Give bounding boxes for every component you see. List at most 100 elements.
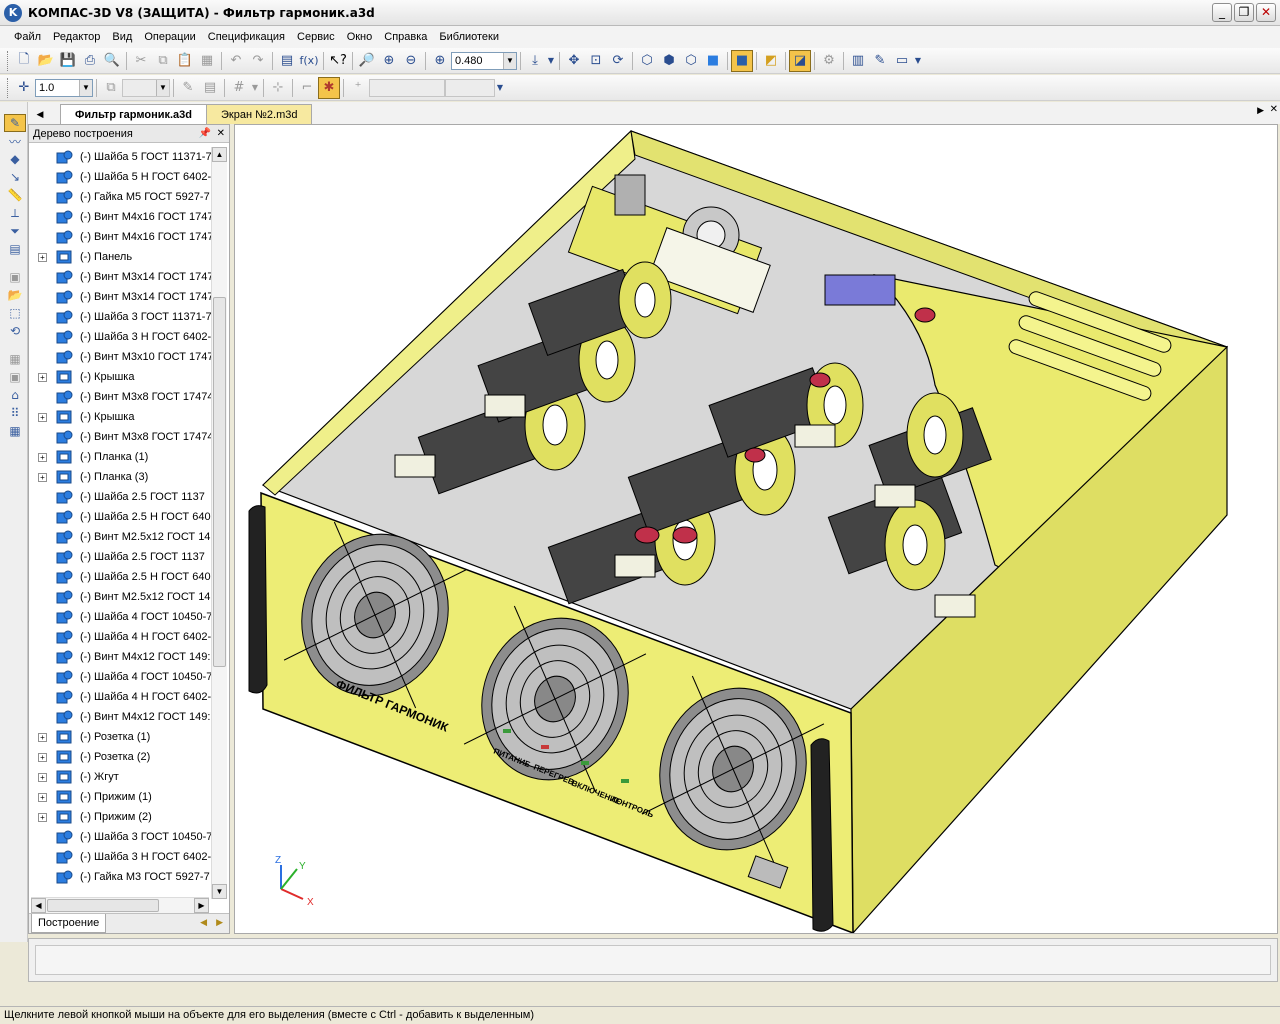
tree-item[interactable]: + (-) Крышка xyxy=(29,407,211,427)
menu-specification[interactable]: Спецификация xyxy=(202,31,291,43)
menu-operations[interactable]: Операции xyxy=(138,31,201,43)
menu-file[interactable]: Файл xyxy=(8,31,47,43)
tree-item[interactable]: (-) Винт М2.5х12 ГОСТ 14 xyxy=(29,527,211,547)
footer-scroll-left-icon[interactable]: ◀ xyxy=(200,917,207,928)
tab-close-icon[interactable]: ✕ xyxy=(1270,104,1278,115)
style-icon[interactable]: ▤ xyxy=(199,77,221,99)
expand-icon[interactable]: + xyxy=(38,372,47,382)
zoom-in-icon[interactable]: ⊕ xyxy=(378,50,400,72)
panel-icon[interactable]: ▭ xyxy=(891,50,913,72)
save-icon[interactable]: 💾 xyxy=(57,50,79,72)
menu-window[interactable]: Окно xyxy=(341,31,379,43)
footer-scroll-right-icon[interactable]: ▶ xyxy=(216,917,223,928)
tree-item[interactable]: (-) Шайба 2.5 Н ГОСТ 640 xyxy=(29,567,211,587)
properties-panel-area[interactable] xyxy=(35,945,1271,975)
tree-item[interactable]: (-) Шайба 5 ГОСТ 11371-7 xyxy=(29,147,211,167)
measure-icon[interactable]: 📏 xyxy=(4,186,26,204)
tree-item[interactable]: (-) Шайба 4 ГОСТ 10450-7 xyxy=(29,667,211,687)
coord-y-field[interactable] xyxy=(445,78,495,97)
undo-icon[interactable]: ↶ xyxy=(225,50,247,72)
expand-icon[interactable]: + xyxy=(38,752,47,762)
toolbar-grip[interactable] xyxy=(7,50,10,71)
tree-item[interactable]: + (-) Планка (1) xyxy=(29,447,211,467)
chevron-down-icon[interactable]: ▼ xyxy=(79,79,92,96)
layer-icon[interactable]: ⧉ xyxy=(100,77,122,99)
tab-filter-assembly[interactable]: Фильтр гармоник.a3d xyxy=(60,104,208,124)
shaded-icon[interactable]: ■ xyxy=(702,50,724,72)
zoom-scale-combo[interactable]: 0.480 ▼ xyxy=(451,51,517,70)
tree-item[interactable]: (-) Винт М3х10 ГОСТ 1747 xyxy=(29,347,211,367)
tree-item[interactable]: (-) Винт М3х14 ГОСТ 1747 xyxy=(29,287,211,307)
tree-item[interactable]: + (-) Крышка xyxy=(29,367,211,387)
format-painter-icon[interactable]: ▦ xyxy=(196,50,218,72)
tree-item[interactable]: (-) Шайба 3 Н ГОСТ 6402- xyxy=(29,327,211,347)
variables-icon[interactable]: ▤ xyxy=(276,50,298,72)
tree-item[interactable]: (-) Шайба 3 ГОСТ 10450-7 xyxy=(29,827,211,847)
thin-hidden-lines-icon[interactable]: ⬡ xyxy=(680,50,702,72)
tree-item[interactable]: (-) Гайка М5 ГОСТ 5927-7 xyxy=(29,187,211,207)
new-document-icon[interactable]: 🗋 xyxy=(13,50,35,72)
spatial-curves-icon[interactable]: 〰 xyxy=(4,132,26,150)
scroll-right-icon[interactable]: ▶ xyxy=(194,898,209,913)
layer-combo[interactable]: ▼ xyxy=(122,78,170,97)
scroll-thumb[interactable] xyxy=(47,899,159,912)
scroll-up-icon[interactable]: ▲ xyxy=(212,147,227,162)
tree-item[interactable]: (-) Винт М3х8 ГОСТ 17474 xyxy=(29,387,211,407)
tree-item[interactable]: (-) Винт М3х14 ГОСТ 1747 xyxy=(29,267,211,287)
edit-model-icon[interactable]: ✎ xyxy=(4,114,26,132)
menu-service[interactable]: Сервис xyxy=(291,31,341,43)
redo-icon[interactable]: ↷ xyxy=(247,50,269,72)
shaded-edges-icon[interactable]: ■ xyxy=(731,49,753,72)
tree-item[interactable]: (-) Винт М4х12 ГОСТ 149: xyxy=(29,707,211,727)
expand-icon[interactable]: + xyxy=(38,412,47,422)
tools-icon[interactable]: ✎ xyxy=(869,50,891,72)
perspective-icon[interactable]: ◩ xyxy=(760,50,782,72)
insert-file-icon[interactable]: 📂 xyxy=(4,286,26,304)
filter-icon[interactable]: ⏷ xyxy=(4,222,26,240)
tree-vertical-scrollbar[interactable]: ▲ ▼ xyxy=(211,147,227,899)
print-preview-icon[interactable]: 🔍 xyxy=(101,50,123,72)
add-component-icon[interactable]: ▣ xyxy=(4,268,26,286)
tree-item[interactable]: (-) Шайба 2.5 Н ГОСТ 640 xyxy=(29,507,211,527)
expand-icon[interactable]: + xyxy=(38,812,47,822)
array-icon[interactable]: ⠿ xyxy=(4,404,26,422)
step-cursor-icon[interactable]: ✛ xyxy=(13,77,35,99)
scroll-left-icon[interactable]: ◀ xyxy=(31,898,46,913)
open-icon[interactable]: 📂 xyxy=(35,50,57,72)
coincide-icon[interactable]: ▣ xyxy=(4,368,26,386)
menu-editor[interactable]: Редактор xyxy=(47,31,106,43)
expand-icon[interactable]: + xyxy=(38,732,47,742)
tree-item[interactable]: (-) Винт М4х12 ГОСТ 149: xyxy=(29,647,211,667)
surfaces-icon[interactable]: ◆ xyxy=(4,150,26,168)
menu-help[interactable]: Справка xyxy=(378,31,433,43)
tree-item[interactable]: (-) Винт М2.5х12 ГОСТ 14 xyxy=(29,587,211,607)
rotate-component-icon[interactable]: ⟲ xyxy=(4,322,26,340)
help-pointer-icon[interactable]: ↖? xyxy=(327,50,349,72)
tree-item[interactable]: + (-) Прижим (1) xyxy=(29,787,211,807)
tree-item[interactable]: (-) Шайба 4 ГОСТ 10450-7 xyxy=(29,607,211,627)
tree-horizontal-scrollbar[interactable]: ◀ ▶ xyxy=(31,897,209,913)
tab-screen-part[interactable]: Экран №2.m3d xyxy=(206,104,313,124)
coordinates-icon[interactable]: ⁺ xyxy=(347,77,369,99)
grid-icon[interactable]: # xyxy=(228,77,250,99)
cursor-step-combo[interactable]: 1.0 ▼ xyxy=(35,78,93,97)
maximize-button[interactable]: ❐ xyxy=(1234,3,1254,22)
tab-construction[interactable]: Построение xyxy=(31,914,107,933)
function-icon[interactable]: f(x) xyxy=(298,50,320,72)
tree-item[interactable]: (-) Винт М3х8 ГОСТ 17474 xyxy=(29,427,211,447)
mate-icon[interactable]: ▦ xyxy=(4,350,26,368)
tree-item[interactable]: (-) Шайба 4 Н ГОСТ 6402- xyxy=(29,687,211,707)
coord-x-field[interactable] xyxy=(369,78,445,97)
auxiliary-geometry-icon[interactable]: ↘ xyxy=(4,168,26,186)
print-icon[interactable]: ⎙ xyxy=(79,50,101,72)
local-cs-icon[interactable]: ⊹ xyxy=(267,77,289,99)
snap-icon[interactable]: ✱ xyxy=(318,76,340,99)
tree-item[interactable]: (-) Гайка М3 ГОСТ 5927-7 xyxy=(29,867,211,887)
pin-icon[interactable]: 📌 xyxy=(199,125,211,143)
scroll-down-icon[interactable]: ▼ xyxy=(212,884,227,899)
tree-item[interactable]: + (-) Розетка (1) xyxy=(29,727,211,747)
specification-icon[interactable]: ▤ xyxy=(4,240,26,258)
menu-libraries[interactable]: Библиотеки xyxy=(433,31,505,43)
copy-icon[interactable]: ⧉ xyxy=(152,50,174,72)
properties-icon[interactable]: ✎ xyxy=(177,77,199,99)
